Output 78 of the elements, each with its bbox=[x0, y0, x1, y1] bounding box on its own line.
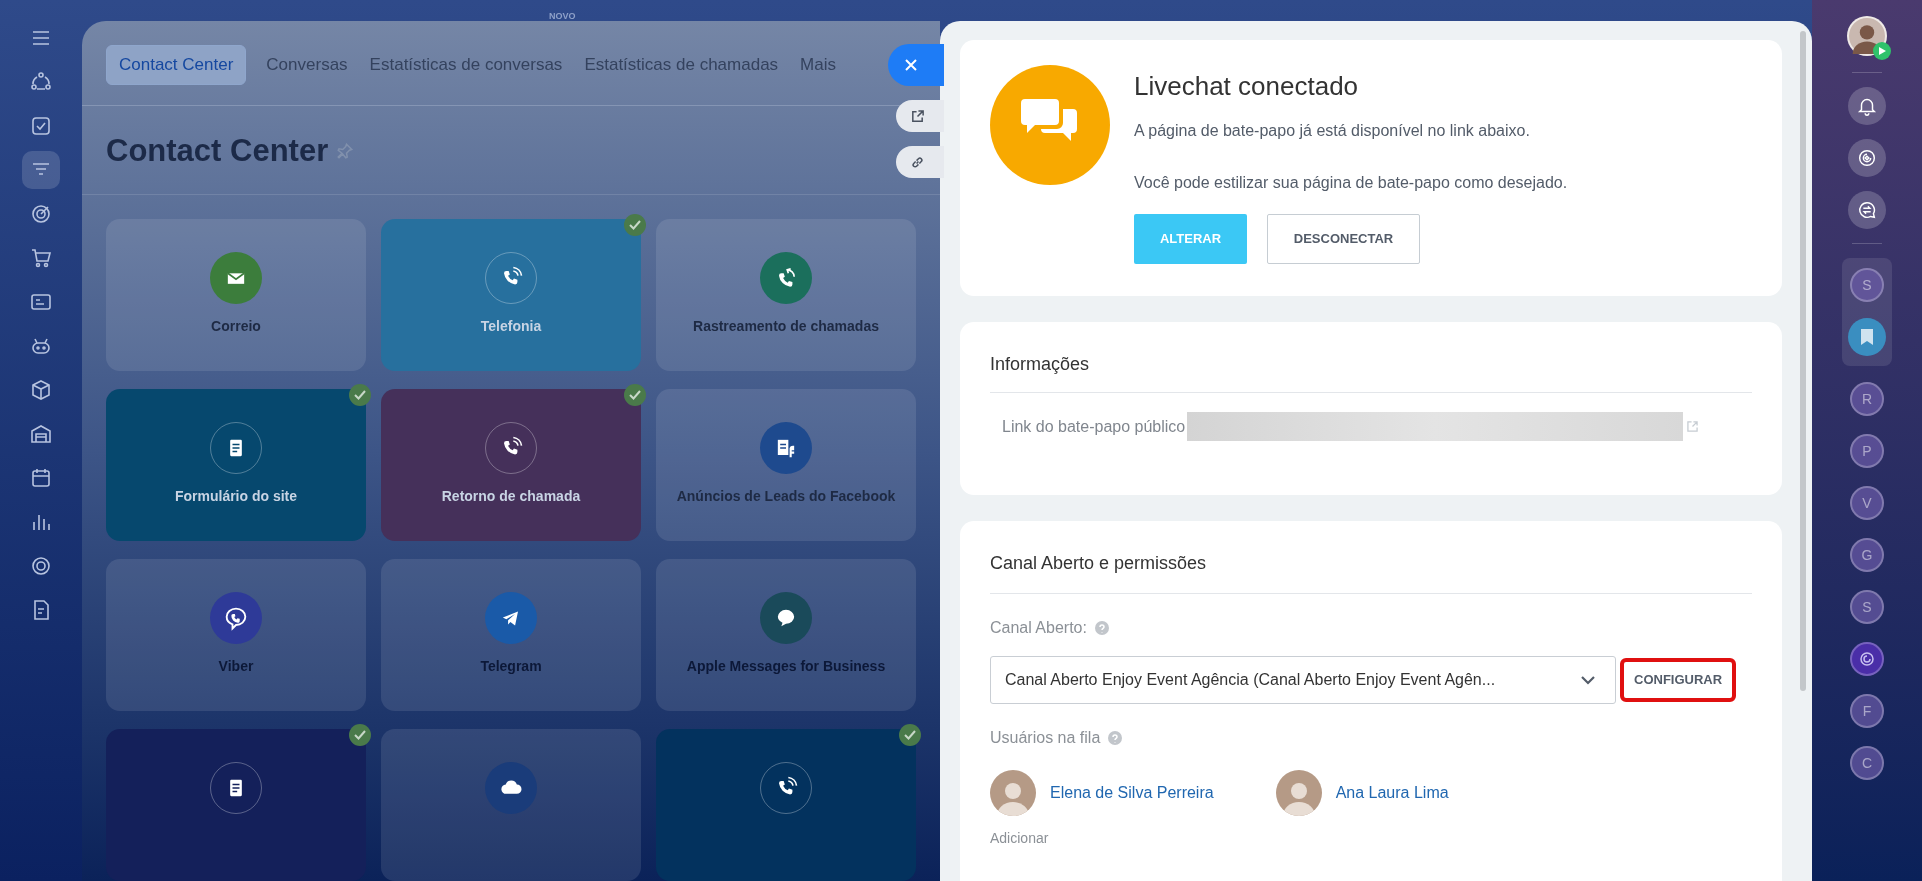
spiral-icon[interactable] bbox=[1848, 139, 1886, 177]
avatar bbox=[990, 770, 1036, 816]
add-link[interactable]: Adicionar bbox=[990, 828, 1752, 849]
tile-label: Apple Messages for Business bbox=[685, 658, 887, 675]
channel-tile[interactable] bbox=[656, 729, 916, 881]
check-icon bbox=[624, 214, 646, 236]
status-text: A página de bate-papo já está disponível no link abaixo. bbox=[1134, 121, 1531, 141]
field-label: Canal Aberto: bbox=[990, 618, 1087, 638]
channel-tile[interactable] bbox=[106, 729, 366, 881]
channel-tile[interactable]: Telefonia bbox=[381, 219, 641, 371]
tab[interactable]: Estatísticas de conversas bbox=[367, 46, 565, 84]
status-title: Livechat conectado bbox=[1134, 70, 1360, 103]
warehouse-icon[interactable] bbox=[29, 422, 53, 446]
bookmark-icon[interactable] bbox=[1848, 318, 1886, 356]
channel-tile[interactable]: Anúncios de Leads do Facebook bbox=[656, 389, 916, 541]
chat-avatar[interactable]: S bbox=[1850, 268, 1884, 302]
section-title: Canal Aberto e permissões bbox=[990, 550, 1752, 594]
cube-icon[interactable] bbox=[29, 378, 53, 402]
tile-label: Telefonia bbox=[479, 318, 543, 335]
avatar bbox=[1275, 770, 1322, 816]
check-icon bbox=[349, 724, 371, 746]
bell-icon[interactable] bbox=[1848, 87, 1886, 125]
change-button[interactable]: ALTERAR bbox=[1134, 214, 1247, 264]
circle-icon[interactable] bbox=[29, 554, 53, 578]
copy-link-button[interactable] bbox=[896, 146, 944, 178]
user-link[interactable]: Elena de Silva Perreira bbox=[1050, 781, 1214, 805]
channel-tile[interactable]: Rastreamento de chamadas bbox=[656, 219, 916, 371]
spiral-icon[interactable] bbox=[1850, 642, 1884, 676]
tab[interactable]: Contact Center bbox=[106, 45, 247, 85]
tab[interactable]: Estatísticas de chamadas bbox=[582, 46, 781, 84]
tile-label: Telegram bbox=[479, 658, 543, 675]
channel-tile[interactable]: Correio bbox=[106, 219, 366, 371]
chat-avatar[interactable]: F bbox=[1850, 694, 1884, 728]
tab[interactable]: Conversas bbox=[264, 46, 350, 84]
disconnect-button[interactable]: DESCONECTAR bbox=[1267, 214, 1420, 264]
open-in-new-window-button[interactable] bbox=[896, 100, 944, 132]
field-label: Link do bate-papo público bbox=[1002, 416, 1186, 437]
close-icon bbox=[904, 58, 918, 72]
external-link-icon bbox=[910, 108, 925, 124]
chevron-down-icon bbox=[1581, 675, 1595, 685]
channel-tile[interactable]: Telegram bbox=[381, 559, 641, 711]
channel-tile[interactable]: Viber bbox=[106, 559, 366, 711]
status-text: Você pode estilizar sua página de bate-papo como desejado. bbox=[1134, 173, 1568, 193]
section-title: Informações bbox=[990, 351, 1752, 393]
tile-label: Viber bbox=[217, 658, 255, 675]
field-label: Usuários na fila bbox=[990, 728, 1101, 748]
calendar-icon[interactable] bbox=[29, 466, 53, 490]
tile-label: Correio bbox=[210, 318, 262, 335]
chat-avatar[interactable]: P bbox=[1850, 434, 1884, 468]
check-icon bbox=[349, 384, 371, 406]
channel-tile[interactable]: Retorno de chamada bbox=[381, 389, 641, 541]
channel-select[interactable]: Canal Aberto Enjoy Event Agência (Canal Aberto Enjoy Event Agên... bbox=[990, 656, 1616, 704]
user-link[interactable]: Ana Laura Lima bbox=[1335, 781, 1449, 805]
tile-label: Formulário do site bbox=[173, 488, 299, 505]
tile-label: Rastreamento de chamadas bbox=[692, 318, 880, 335]
configure-button[interactable]: CONFIGURAR bbox=[1620, 658, 1737, 702]
channel-tile[interactable]: Apple Messages for Business bbox=[656, 559, 916, 711]
channel-tile[interactable] bbox=[381, 729, 641, 881]
chat-avatar[interactable]: V bbox=[1850, 486, 1884, 520]
chat-avatar[interactable]: G bbox=[1850, 538, 1884, 572]
chat-sync-icon[interactable] bbox=[1848, 191, 1886, 229]
checkbox-icon[interactable] bbox=[29, 114, 53, 138]
check-icon bbox=[624, 384, 646, 406]
chat-avatar[interactable]: C bbox=[1850, 746, 1884, 780]
cart-icon[interactable] bbox=[29, 246, 53, 270]
new-label: NOVO bbox=[549, 10, 576, 23]
tile-label: Anúncios de Leads do Facebook bbox=[675, 488, 897, 505]
channel-tile[interactable]: Formulário do site bbox=[106, 389, 366, 541]
link-icon bbox=[910, 154, 925, 170]
check-icon bbox=[899, 724, 921, 746]
chat-avatar[interactable]: R bbox=[1850, 382, 1884, 416]
filter-icon[interactable] bbox=[22, 151, 60, 189]
chat-avatar[interactable]: S bbox=[1850, 590, 1884, 624]
page-title: Contact Center bbox=[106, 131, 329, 170]
close-button[interactable] bbox=[888, 44, 944, 86]
tile-label: Retorno de chamada bbox=[440, 488, 582, 505]
tab[interactable]: Mais bbox=[798, 46, 838, 84]
target-icon[interactable] bbox=[29, 202, 53, 226]
